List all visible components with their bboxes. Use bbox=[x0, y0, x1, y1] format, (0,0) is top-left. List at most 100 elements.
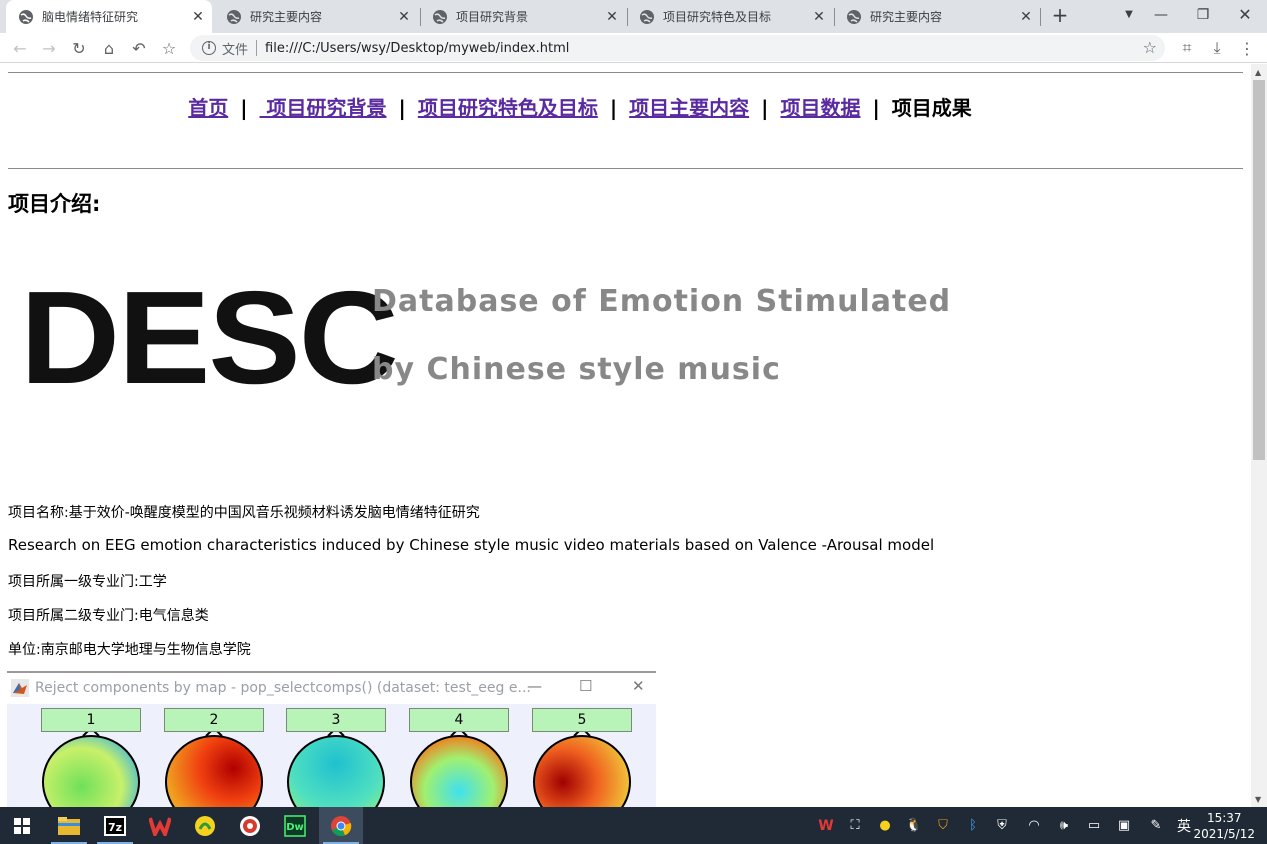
matlab-window-title: Reject components by map - pop_selectcom… bbox=[35, 680, 531, 696]
defender-icon[interactable]: ⛨ bbox=[992, 807, 1012, 844]
yellow-tray-icon[interactable]: ● bbox=[875, 807, 895, 844]
globe-icon bbox=[227, 9, 241, 24]
tab-strip: 脑电情绪特征研究 ✕ 研究主要内容 ✕ 项目研究背景 ✕ 项目研究特色及目标 ✕… bbox=[0, 0, 1267, 33]
scalp-map-1 bbox=[42, 726, 140, 807]
shield-icon[interactable]: ⛉ bbox=[933, 807, 953, 844]
svg-text:7z: 7z bbox=[108, 821, 122, 834]
back-icon[interactable]: ← bbox=[9, 37, 31, 59]
scroll-thumb[interactable] bbox=[1253, 80, 1265, 460]
nav-separator: | bbox=[398, 96, 406, 120]
forward-icon[interactable]: → bbox=[38, 37, 60, 59]
pinned-app-icon[interactable] bbox=[183, 807, 227, 844]
matlab-titlebar: Reject components by map - pop_selectcom… bbox=[7, 673, 656, 703]
tab-background[interactable]: 项目研究背景 ✕ bbox=[420, 0, 626, 33]
undo-icon[interactable]: ↶ bbox=[128, 37, 150, 59]
qq-icon[interactable]: 🐧 bbox=[904, 807, 924, 844]
protocol-label: 文件 bbox=[222, 42, 249, 58]
tab-main-content-2[interactable]: 研究主要内容 ✕ bbox=[834, 0, 1040, 33]
window-close-button[interactable]: ✕ bbox=[1225, 0, 1265, 33]
minimize-icon: — bbox=[527, 677, 542, 695]
bluetooth-icon[interactable]: ᛒ bbox=[963, 807, 983, 844]
menu-icon[interactable]: ⋮ bbox=[1236, 37, 1258, 59]
system-clock[interactable]: 15:37 2021/5/12 bbox=[1193, 810, 1255, 842]
nav-achievements: 项目成果 bbox=[891, 96, 972, 120]
tab-title: 研究主要内容 bbox=[870, 10, 943, 24]
restore-button[interactable]: ❐ bbox=[1183, 0, 1223, 33]
tab-features[interactable]: 项目研究特色及目标 ✕ bbox=[627, 0, 833, 33]
scroll-down-icon[interactable]: ▼ bbox=[1255, 795, 1261, 804]
close-icon[interactable]: ✕ bbox=[188, 9, 208, 25]
nav-home[interactable]: 首页 bbox=[188, 96, 228, 120]
nav-separator: | bbox=[609, 96, 618, 120]
battery-icon[interactable]: ▭ bbox=[1082, 807, 1106, 844]
address-bar[interactable]: i 文件 file:///C:/Users/wsy/Desktop/myweb/… bbox=[190, 35, 1165, 61]
minimize-button[interactable]: — bbox=[1141, 0, 1181, 33]
close-icon[interactable]: ✕ bbox=[809, 9, 829, 25]
page-viewport: 首页 | 项目研究背景 | 项目研究特色及目标 | 项目主要内容 | 项目数据 | 项目成果 项目… bbox=[0, 64, 1251, 807]
7zip-icon[interactable]: 7z bbox=[93, 807, 137, 844]
scalp-map-3 bbox=[287, 726, 385, 807]
nav-main-content[interactable]: 项目主要内容 bbox=[629, 96, 749, 120]
file-explorer-icon[interactable] bbox=[47, 807, 91, 844]
pen-icon[interactable]: ✎ bbox=[1144, 807, 1168, 844]
address-divider bbox=[256, 40, 258, 56]
globe-icon bbox=[640, 9, 654, 24]
reload-icon[interactable]: ↻ bbox=[68, 37, 90, 59]
maximize-icon: ☐ bbox=[579, 677, 593, 695]
bookmark-star-icon[interactable]: ☆ bbox=[158, 37, 180, 59]
action-center-icon[interactable]: ▣ bbox=[1112, 807, 1136, 844]
chrome-icon[interactable] bbox=[319, 807, 363, 844]
discipline-level2: 项目所属二级专业门:电气信息类 bbox=[8, 608, 209, 624]
nav-data[interactable]: 项目数据 bbox=[780, 96, 860, 120]
section-title: 项目介绍: bbox=[8, 192, 101, 216]
ime-indicator[interactable]: 英 bbox=[1172, 807, 1196, 844]
dreamweaver-icon[interactable]: Dw bbox=[273, 807, 317, 844]
home-icon[interactable]: ⌂ bbox=[98, 37, 120, 59]
wifi-icon[interactable]: ◠ bbox=[1022, 807, 1046, 844]
nav-separator: | bbox=[240, 96, 248, 120]
tab-title: 项目研究背景 bbox=[456, 10, 529, 24]
nav-separator: | bbox=[872, 96, 880, 120]
wps-icon[interactable] bbox=[138, 807, 182, 844]
nav-divider bbox=[8, 168, 1243, 169]
close-icon[interactable]: ✕ bbox=[1016, 9, 1036, 25]
nav-features[interactable]: 项目研究特色及目标 bbox=[418, 96, 598, 120]
logo-subtitle-line2: by Chinese style music bbox=[372, 352, 781, 387]
windows-taskbar: 7z Dw W ⛶ ● 🐧 ⛉ ᛒ ⛨ ◠ 🕪 ▭ ▣ ✎ 英 15:37 20… bbox=[0, 807, 1267, 844]
info-icon[interactable]: i bbox=[202, 41, 216, 55]
crop-icon[interactable]: ⌗ bbox=[1176, 37, 1198, 59]
close-icon[interactable]: ✕ bbox=[394, 9, 414, 25]
eeg-components-screenshot: Reject components by map - pop_selectcom… bbox=[7, 671, 656, 807]
download-icon[interactable]: ⤓ bbox=[1206, 37, 1228, 59]
browser-toolbar: ← → ↻ ⌂ ↶ ☆ i 文件 file:///C:/Users/wsy/De… bbox=[0, 33, 1267, 63]
component-button-1: 1 bbox=[41, 708, 141, 732]
globe-icon bbox=[19, 9, 33, 24]
tab-title: 项目研究特色及目标 bbox=[663, 10, 772, 24]
pinned-app-icon-2[interactable] bbox=[228, 807, 272, 844]
close-icon[interactable]: ✕ bbox=[602, 9, 622, 25]
discipline-level1: 项目所属一级专业门:工学 bbox=[8, 574, 167, 590]
app-tray-icon[interactable]: ⛶ bbox=[845, 807, 865, 844]
windows-start-icon[interactable] bbox=[0, 807, 44, 844]
tab-title: 脑电情绪特征研究 bbox=[42, 10, 139, 24]
project-name-cn: 项目名称:基于效价-唤醒度模型的中国风音乐视频材料诱发脑电情绪特征研究 bbox=[8, 505, 480, 521]
project-name-en: Research on EEG emotion characteristics … bbox=[8, 536, 935, 554]
tab-eeg-emotion[interactable]: 脑电情绪特征研究 ✕ bbox=[6, 0, 212, 33]
unit: 单位:南京邮电大学地理与生物信息学院 bbox=[8, 642, 251, 658]
vertical-scrollbar[interactable]: ▲ ▼ bbox=[1251, 64, 1267, 807]
nav-separator: | bbox=[761, 96, 769, 120]
scalp-map-4 bbox=[410, 726, 508, 807]
url-text[interactable]: file:///C:/Users/wsy/Desktop/myweb/index… bbox=[265, 41, 569, 56]
tab-main-content[interactable]: 研究主要内容 ✕ bbox=[214, 0, 418, 33]
tab-separator bbox=[1040, 8, 1041, 26]
new-tab-button[interactable]: + bbox=[1048, 4, 1072, 28]
nav-background[interactable]: 项目研究背景 bbox=[260, 96, 387, 120]
scroll-up-icon[interactable]: ▲ bbox=[1255, 68, 1261, 77]
star-icon[interactable]: ☆ bbox=[1143, 38, 1157, 57]
component-button-5: 5 bbox=[532, 708, 632, 732]
close-icon: ✕ bbox=[632, 677, 645, 695]
volume-icon[interactable]: 🕪 bbox=[1052, 807, 1076, 844]
logo-subtitle-line1: Database of Emotion Stimulated bbox=[372, 284, 952, 319]
wps-tray-icon[interactable]: W bbox=[816, 807, 836, 844]
globe-icon bbox=[433, 9, 447, 24]
